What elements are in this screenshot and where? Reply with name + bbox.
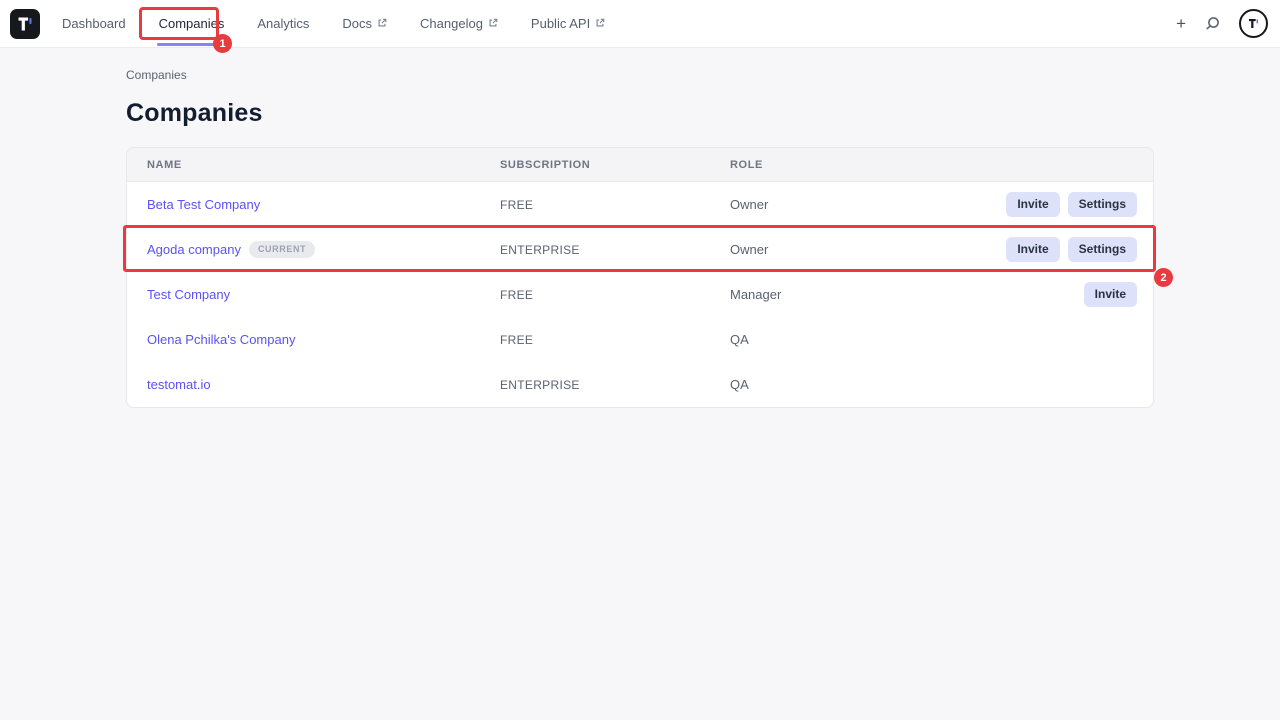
- nav-item-docs[interactable]: Docs: [342, 0, 387, 47]
- nav-item-label: Public API: [531, 16, 590, 31]
- subscription-value: FREE: [500, 288, 730, 302]
- current-company-badge: CURRENT: [249, 241, 315, 258]
- nav-item-changelog[interactable]: Changelog: [420, 0, 498, 47]
- role-value: QA: [730, 332, 1137, 347]
- add-button[interactable]: +: [1176, 15, 1186, 32]
- active-tab-underline: [157, 43, 223, 46]
- role-value: QA: [730, 377, 1137, 392]
- navbar-right-actions: +: [1176, 9, 1268, 38]
- nav-item-analytics[interactable]: Analytics: [257, 0, 309, 47]
- column-header-name: NAME: [147, 159, 500, 171]
- nav-item-dashboard[interactable]: Dashboard: [62, 0, 126, 47]
- role-value: Owner: [730, 242, 1006, 257]
- user-avatar[interactable]: [1239, 9, 1268, 38]
- invite-button[interactable]: Invite: [1006, 237, 1059, 262]
- invite-button[interactable]: Invite: [1006, 192, 1059, 217]
- table-row-agoda-company: Agoda company CURRENT ENTERPRISE Owner I…: [127, 227, 1153, 272]
- settings-button[interactable]: Settings: [1068, 237, 1137, 262]
- column-header-subscription: SUBSCRIPTION: [500, 159, 730, 171]
- testomat-logo-icon[interactable]: [10, 9, 40, 39]
- subscription-value: ENTERPRISE: [500, 378, 730, 392]
- company-link[interactable]: Olena Pchilka's Company: [147, 332, 295, 347]
- nav-item-public-api[interactable]: Public API: [531, 0, 605, 47]
- nav-item-label: Companies: [159, 16, 225, 31]
- table-row-test-company: Test Company FREE Manager Invite: [127, 272, 1153, 317]
- nav-item-companies[interactable]: Companies: [159, 0, 225, 47]
- nav-item-label: Analytics: [257, 16, 309, 31]
- external-link-icon: [595, 18, 605, 28]
- table-row-testomat-io: testomat.io ENTERPRISE QA: [127, 362, 1153, 407]
- role-value: Manager: [730, 287, 1084, 302]
- nav-menu: Dashboard Companies Analytics Docs Chang…: [62, 0, 605, 47]
- company-link[interactable]: Test Company: [147, 287, 230, 302]
- nav-item-label: Changelog: [420, 16, 483, 31]
- search-icon[interactable]: [1204, 15, 1221, 32]
- nav-item-label: Docs: [342, 16, 372, 31]
- subscription-value: FREE: [500, 198, 730, 212]
- company-link[interactable]: Agoda company: [147, 242, 241, 257]
- page-title: Companies: [126, 99, 1154, 128]
- top-navbar: Dashboard Companies Analytics Docs Chang…: [0, 0, 1280, 48]
- table-header-row: NAME SUBSCRIPTION ROLE: [127, 148, 1153, 182]
- external-link-icon: [377, 18, 387, 28]
- main-content: Companies Companies NAME SUBSCRIPTION RO…: [0, 68, 1280, 408]
- companies-table: NAME SUBSCRIPTION ROLE Beta Test Company…: [126, 147, 1154, 408]
- company-link[interactable]: Beta Test Company: [147, 197, 260, 212]
- external-link-icon: [488, 18, 498, 28]
- column-header-role: ROLE: [730, 159, 1137, 171]
- table-row-beta-test-company: Beta Test Company FREE Owner Invite Sett…: [127, 182, 1153, 227]
- role-value: Owner: [730, 197, 1006, 212]
- settings-button[interactable]: Settings: [1068, 192, 1137, 217]
- nav-item-label: Dashboard: [62, 16, 126, 31]
- company-link[interactable]: testomat.io: [147, 377, 211, 392]
- subscription-value: ENTERPRISE: [500, 243, 730, 257]
- breadcrumb[interactable]: Companies: [126, 68, 1154, 82]
- subscription-value: FREE: [500, 333, 730, 347]
- table-row-olena-pchilkas-company: Olena Pchilka's Company FREE QA: [127, 317, 1153, 362]
- invite-button[interactable]: Invite: [1084, 282, 1137, 307]
